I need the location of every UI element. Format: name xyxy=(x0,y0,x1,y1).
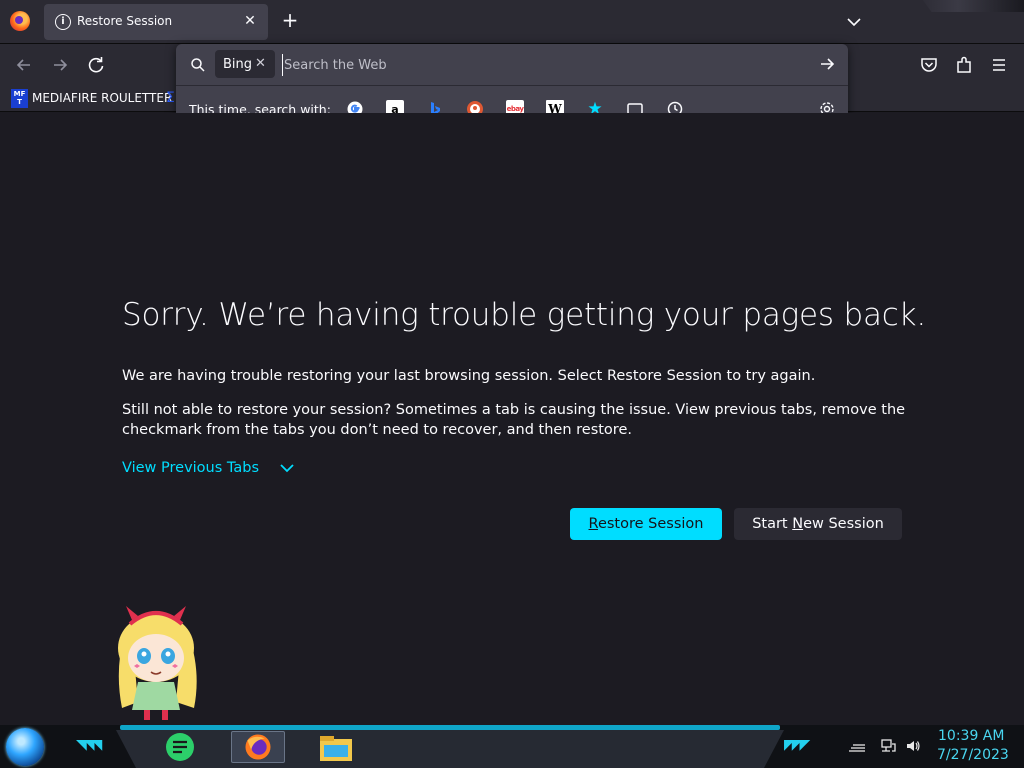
info-icon: i xyxy=(55,14,71,30)
mediafire-favicon-icon: MF T xyxy=(11,89,28,108)
remove-engine-icon[interactable]: ✕ xyxy=(255,56,266,71)
cartoon-character-image xyxy=(118,606,197,720)
reload-icon[interactable] xyxy=(85,54,107,76)
go-arrow-icon[interactable] xyxy=(818,55,836,73)
window-frame-edge xyxy=(922,0,1024,12)
firefox-logo-icon[interactable] xyxy=(10,11,30,31)
hamburger-menu-icon[interactable] xyxy=(988,54,1010,76)
new-tab-button[interactable]: + xyxy=(279,10,301,32)
search-engine-chip[interactable]: Bing ✕ xyxy=(215,50,275,78)
url-search-input[interactable] xyxy=(282,54,802,76)
start-button[interactable] xyxy=(6,728,44,766)
decorative-chevrons-right: ◤◤◤ xyxy=(784,737,810,753)
taskbar: ◥◥◥ ◤◤◤ 10:39 AM 7/27/2023 xyxy=(0,725,1024,768)
decorative-chevrons-left: ◥◥◥ xyxy=(76,737,102,753)
chevron-down-icon[interactable] xyxy=(278,462,296,476)
bookmark-mediafire-rouletter[interactable]: MEDIAFIRE ROULETTER xyxy=(32,91,172,105)
new-session-label-start: Start xyxy=(752,516,793,532)
page-title: Sorry. We’re having trouble getting your… xyxy=(122,297,927,333)
action-center-flag-icon[interactable] xyxy=(846,739,868,755)
pocket-icon[interactable] xyxy=(918,54,940,76)
tab-restore-session[interactable]: i Restore Session ✕ xyxy=(44,4,268,40)
search-engine-name: Bing xyxy=(223,57,253,72)
bookmark-overflow-icon[interactable]: Σ xyxy=(166,90,175,106)
network-icon[interactable] xyxy=(880,738,896,754)
clock-time[interactable]: 10:39 AM xyxy=(938,728,1004,744)
taskbar-panel xyxy=(116,730,784,768)
search-icon xyxy=(191,58,205,72)
help-text: Still not able to restore your session? … xyxy=(122,402,906,438)
tab-title: Restore Session xyxy=(77,14,173,28)
taskbar-app-notes[interactable] xyxy=(152,731,208,763)
description-text: We are having trouble restoring your las… xyxy=(122,368,816,384)
tab-strip: i Restore Session ✕ + xyxy=(0,0,1024,44)
extensions-icon[interactable] xyxy=(953,54,975,76)
forward-arrow-icon[interactable] xyxy=(49,54,71,76)
restore-label: estore Session xyxy=(597,516,704,532)
restore-session-button[interactable]: Restore Session xyxy=(570,508,722,540)
new-session-label-end: ew Session xyxy=(803,516,884,532)
clock-date[interactable]: 7/27/2023 xyxy=(937,747,1009,763)
list-all-tabs-icon[interactable] xyxy=(844,12,864,32)
volume-icon[interactable] xyxy=(905,738,921,754)
back-arrow-icon[interactable] xyxy=(13,54,35,76)
taskbar-app-file-explorer[interactable] xyxy=(308,731,364,763)
taskbar-app-firefox[interactable] xyxy=(231,731,285,763)
divider xyxy=(176,85,848,86)
screen: i Restore Session ✕ + MF T MEDIAFIRE ROU… xyxy=(0,0,1024,768)
view-previous-tabs-link[interactable]: View Previous Tabs xyxy=(122,460,259,476)
restore-access-key: R xyxy=(588,516,598,532)
start-new-session-button[interactable]: Start New Session xyxy=(734,508,902,540)
new-session-access-key: N xyxy=(792,516,804,532)
taskbar-accent-bar xyxy=(120,725,780,730)
close-tab-icon[interactable]: ✕ xyxy=(242,12,258,30)
